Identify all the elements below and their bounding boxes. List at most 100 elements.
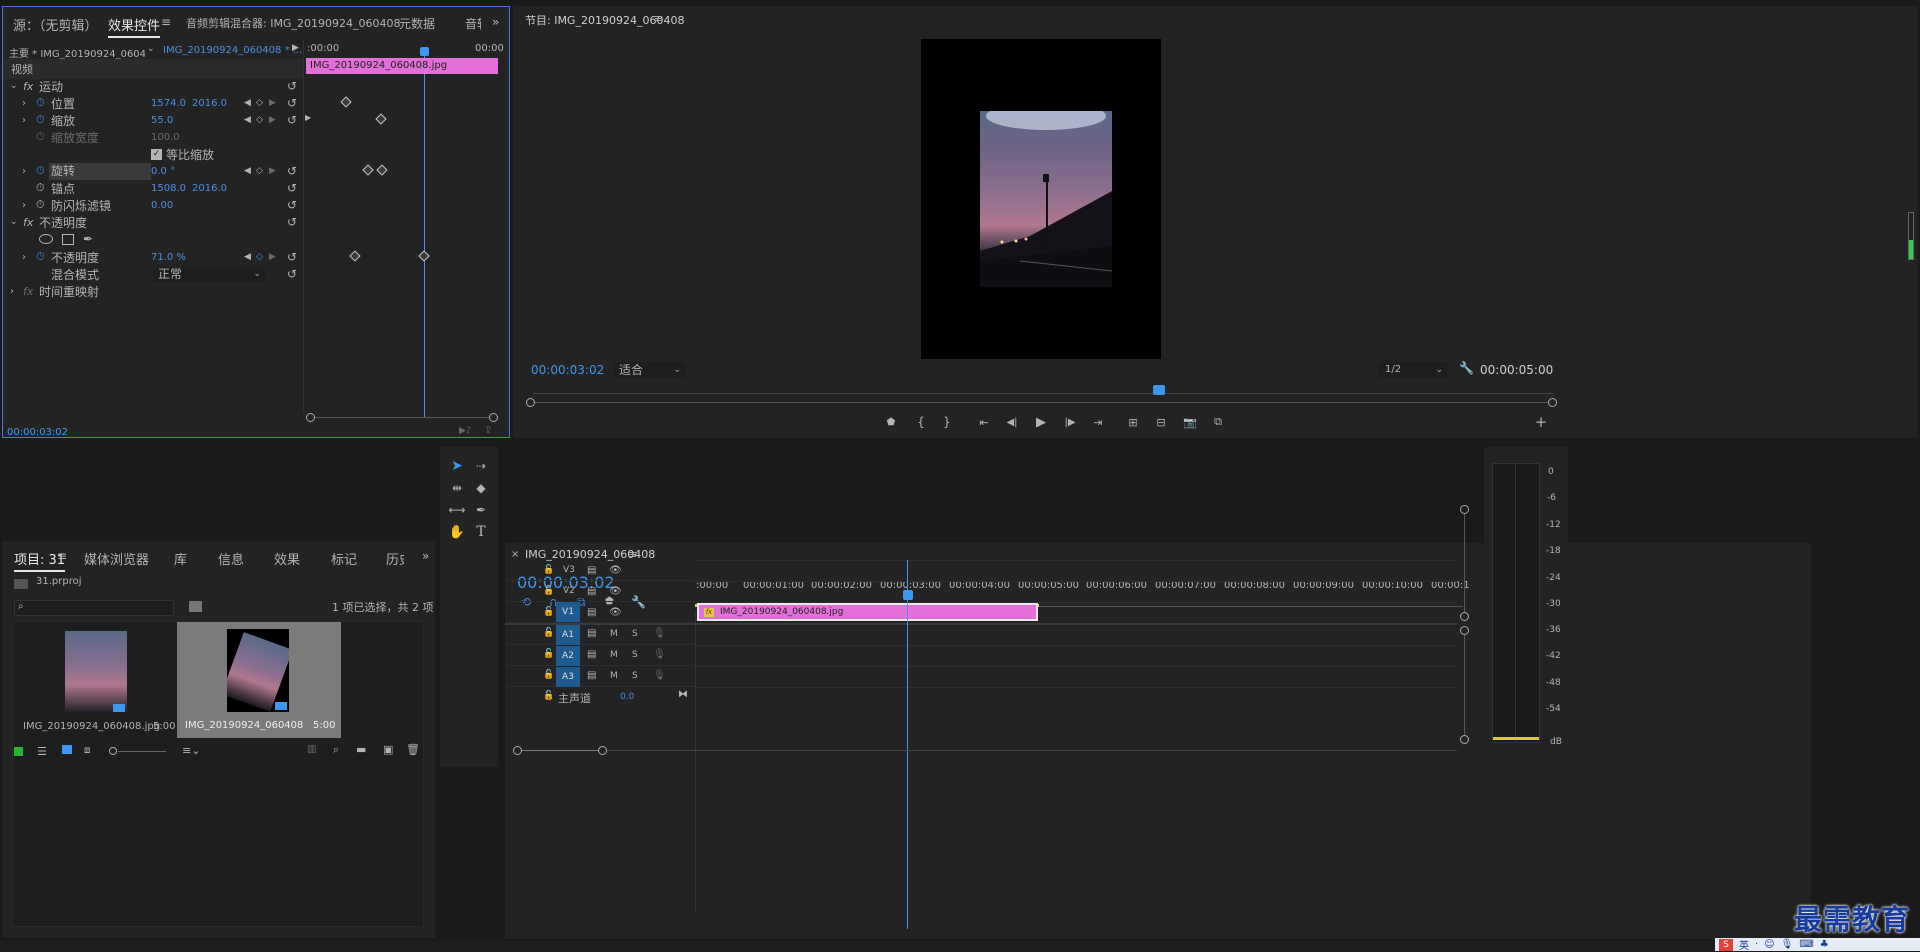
add-keyframe-icon[interactable]: ◇ bbox=[256, 252, 263, 262]
ripple-edit-icon[interactable]: ⇹ bbox=[448, 479, 466, 497]
reset-icon[interactable]: ↺ bbox=[287, 96, 297, 110]
keyframe[interactable] bbox=[340, 96, 352, 108]
add-button-icon[interactable]: + bbox=[1533, 413, 1549, 431]
solo-button[interactable]: S bbox=[632, 671, 638, 681]
more-tabs-icon[interactable]: » bbox=[492, 15, 499, 29]
reset-icon[interactable]: ↺ bbox=[287, 198, 297, 212]
keyframe[interactable] bbox=[349, 250, 361, 262]
timeline-clip[interactable]: fx IMG_20190924_060408.jpg bbox=[697, 603, 1038, 621]
media-item-selected[interactable]: IMG_20190924_060408 5:00 bbox=[177, 622, 341, 738]
blend-mode-select[interactable]: 正常 ⌄ bbox=[153, 266, 265, 282]
go-to-in-icon[interactable]: ⇤ bbox=[975, 414, 993, 430]
razor-icon[interactable]: ◆ bbox=[472, 479, 490, 497]
prev-keyframe-icon[interactable]: ◀ bbox=[244, 252, 251, 262]
mute-button[interactable]: M bbox=[610, 629, 618, 639]
master-volume-value[interactable]: 0.0 bbox=[620, 692, 634, 702]
microphone-icon[interactable]: 🎙 bbox=[653, 649, 666, 660]
emoji-icon[interactable]: ☺ bbox=[1764, 939, 1774, 950]
tab-history[interactable]: 历史 bbox=[386, 549, 404, 568]
audio-play-icon[interactable]: ▶♪ bbox=[459, 426, 472, 436]
position-y-value[interactable]: 2016.0 bbox=[192, 98, 227, 109]
sort-icon[interactable]: ≡⌄ bbox=[182, 744, 200, 757]
punctuation-icon[interactable]: · bbox=[1755, 939, 1758, 950]
expand-icon[interactable]: ⌄ bbox=[10, 217, 18, 227]
sync-lock-icon[interactable]: ▤ bbox=[587, 565, 596, 576]
stopwatch-icon[interactable]: ⏱ bbox=[36, 250, 45, 264]
media-item[interactable]: IMG_20190924_060408.jpg 5:00 bbox=[15, 624, 177, 738]
timeline-playhead[interactable] bbox=[903, 590, 913, 600]
uniform-scale-checkbox[interactable]: ✓ bbox=[151, 148, 162, 160]
play-icon[interactable]: ▶ bbox=[1033, 414, 1049, 430]
keyframe[interactable] bbox=[362, 164, 374, 176]
lock-icon[interactable]: 🔓 bbox=[543, 670, 554, 680]
microphone-icon[interactable]: 🎙 bbox=[653, 628, 666, 639]
mini-scroll-start-handle[interactable] bbox=[306, 413, 315, 422]
keyframe[interactable] bbox=[376, 164, 388, 176]
mic-icon[interactable]: 🎙 bbox=[1781, 939, 1794, 950]
camera-icon[interactable]: 📷 bbox=[1181, 414, 1199, 430]
microphone-icon[interactable]: 🎙 bbox=[653, 670, 666, 681]
sync-lock-icon[interactable]: ▤ bbox=[587, 670, 596, 681]
step-forward-icon[interactable]: |▶ bbox=[1062, 414, 1078, 430]
next-keyframe-icon[interactable]: ▶ bbox=[269, 252, 276, 262]
icon-view-icon[interactable] bbox=[62, 745, 72, 754]
panel-menu-icon[interactable]: ≡ bbox=[654, 12, 663, 25]
step-back-icon[interactable]: ◀| bbox=[1004, 414, 1020, 430]
wrench-icon[interactable]: 🔧 bbox=[1459, 361, 1474, 375]
sequence-clip-label[interactable]: IMG_20190924_060408 * ... bbox=[163, 45, 302, 56]
position-x-value[interactable]: 1574.0 bbox=[151, 98, 186, 109]
mute-button[interactable]: M bbox=[610, 650, 618, 660]
reset-icon[interactable]: ↺ bbox=[287, 113, 297, 127]
slip-tool-icon[interactable]: ⟷ bbox=[448, 501, 466, 519]
reset-icon[interactable]: ↺ bbox=[287, 164, 297, 178]
h-scroll-empty[interactable] bbox=[607, 750, 1457, 751]
scrub-start-handle[interactable] bbox=[526, 398, 535, 407]
track-target-a2[interactable]: A2 bbox=[556, 646, 580, 666]
search-input[interactable]: ⌕ bbox=[14, 600, 174, 616]
tab-audio-mixer[interactable]: 音频剪辑混合器: IMG_20190924_060408 bbox=[186, 15, 400, 31]
opacity-value[interactable]: 71.0 % bbox=[151, 252, 186, 263]
sync-lock-icon[interactable]: ▤ bbox=[587, 628, 596, 639]
reset-icon[interactable]: ↺ bbox=[287, 215, 297, 229]
ellipse-mask-icon[interactable] bbox=[39, 234, 53, 244]
list-view-icon[interactable]: ☰ bbox=[37, 745, 47, 758]
eye-icon[interactable]: 👁 bbox=[609, 565, 622, 576]
rotation-value[interactable]: 0.0 ° bbox=[151, 166, 175, 177]
h-scroll-handle-left[interactable] bbox=[513, 746, 522, 755]
panel-menu-icon[interactable]: ≡ bbox=[161, 15, 171, 29]
mute-button[interactable]: M bbox=[610, 671, 618, 681]
keyboard-icon[interactable]: ⌨ bbox=[1799, 939, 1813, 950]
reset-icon[interactable]: ↺ bbox=[287, 79, 297, 93]
track-select-icon[interactable]: ⇢ bbox=[472, 457, 490, 475]
tab-audio-track[interactable]: 音轨 bbox=[465, 15, 481, 32]
freeform-view-icon[interactable]: ⧈ bbox=[84, 745, 90, 756]
lock-icon[interactable]: 🔓 bbox=[543, 628, 554, 638]
next-keyframe-icon[interactable]: ▶ bbox=[269, 98, 276, 108]
chevron-down-icon[interactable]: ⌄ bbox=[147, 44, 155, 54]
compare-icon[interactable]: ⧉ bbox=[1209, 414, 1227, 430]
fx-time-remap-row[interactable]: › fx 时间重映射 bbox=[3, 281, 303, 301]
tab-info[interactable]: 信息 bbox=[218, 549, 244, 568]
tab-libraries[interactable]: 库 bbox=[174, 549, 187, 568]
expand-right-icon[interactable]: › bbox=[22, 200, 26, 211]
v-scroll-handle-top[interactable] bbox=[1460, 505, 1469, 514]
selection-tool-icon[interactable]: ➤ bbox=[448, 457, 466, 475]
eye-icon[interactable]: 👁 bbox=[609, 586, 622, 597]
lock-icon[interactable]: 🔓 bbox=[543, 607, 554, 617]
fit-select[interactable]: 适合 ⌄ bbox=[613, 362, 685, 378]
add-keyframe-icon[interactable]: ◇ bbox=[256, 98, 263, 108]
mini-scroll-end-handle[interactable] bbox=[489, 413, 498, 422]
keyframe[interactable] bbox=[418, 250, 430, 262]
sogou-icon[interactable]: S bbox=[1719, 938, 1733, 951]
next-keyframe-icon[interactable]: ▶ bbox=[269, 166, 276, 176]
stopwatch-icon[interactable]: ⏱ bbox=[36, 96, 45, 110]
video-canvas[interactable] bbox=[921, 39, 1161, 359]
lock-icon[interactable]: 🔓 bbox=[543, 586, 554, 596]
tab-effect-controls[interactable]: 效果控件 bbox=[108, 15, 161, 38]
anchor-x-value[interactable]: 1508.0 bbox=[151, 183, 186, 194]
effect-controls-timecode[interactable]: 00:00:03:02 bbox=[7, 427, 68, 438]
h-scroll-track[interactable] bbox=[522, 750, 598, 751]
marker-icon[interactable]: ⬟ bbox=[883, 414, 899, 430]
zoom-slider-handle[interactable] bbox=[109, 747, 117, 755]
scrubber-playhead[interactable] bbox=[1153, 385, 1165, 395]
